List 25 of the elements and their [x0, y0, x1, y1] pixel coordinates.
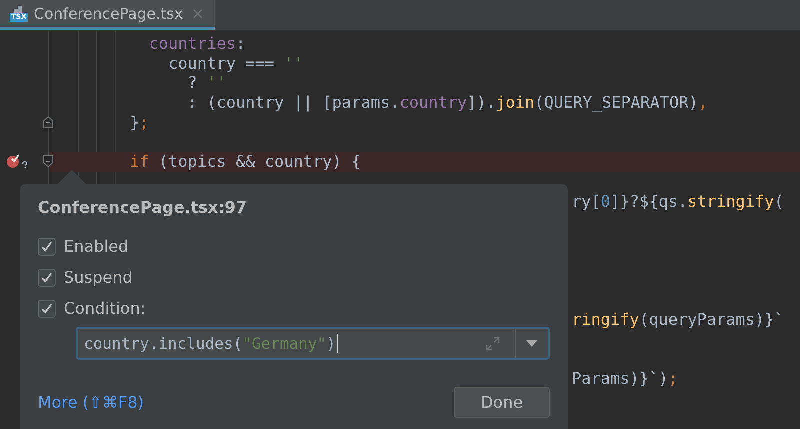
checkmark-icon: [40, 270, 54, 284]
code-line: countries:: [148, 34, 246, 53]
checkbox-label[interactable]: Condition:: [64, 299, 146, 318]
fold-start-icon[interactable]: [43, 155, 54, 168]
checkmark-icon: [40, 240, 54, 254]
checkbox-label[interactable]: Suspend: [64, 268, 133, 287]
done-button[interactable]: Done: [454, 387, 550, 418]
code-line: ? '': [186, 73, 226, 92]
more-link[interactable]: More (⇧⌘F8): [38, 393, 144, 412]
checkbox-label[interactable]: Enabled: [64, 237, 129, 256]
checkmark-icon: [40, 302, 54, 316]
code-line: ringify(queryParams)}`: [572, 310, 784, 329]
popup-title: ConferencePage.tsx:97: [38, 198, 248, 217]
fold-end-icon[interactable]: [43, 116, 54, 129]
checkbox[interactable]: [38, 238, 56, 256]
checkbox[interactable]: [38, 268, 56, 286]
checkbox[interactable]: [38, 300, 56, 318]
code-line: };: [130, 112, 150, 132]
code-line: ry[0]}?${qs.stringify(: [572, 192, 784, 210]
dropdown-arrow-icon[interactable]: [526, 340, 538, 348]
code-line: : (country || [params.country]).join(QUERY_SEPARATOR),: [186, 93, 708, 112]
code-line: if (topics && country) {: [130, 152, 362, 172]
code-line: Params)}`);: [572, 368, 678, 388]
condition-input-field[interactable]: country.includes("Germany"): [76, 327, 550, 360]
code-line: country === '': [168, 54, 304, 73]
